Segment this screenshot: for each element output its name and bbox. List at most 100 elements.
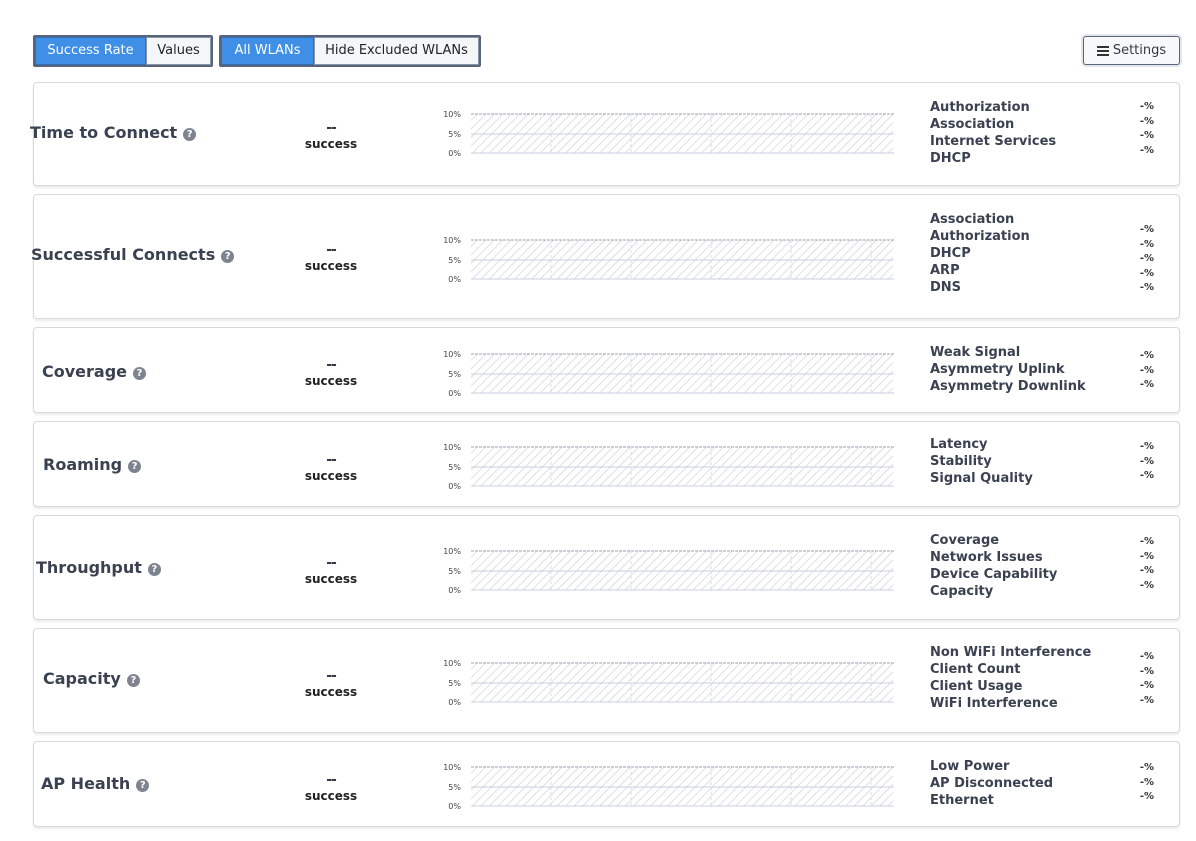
metric-item[interactable]: ARP xyxy=(930,262,1030,279)
metric-item[interactable]: Authorization xyxy=(930,99,1056,116)
metric-percent: -% xyxy=(1139,115,1154,127)
metric-item[interactable]: Capacity xyxy=(930,583,1057,600)
percent-list: -% -% -% xyxy=(1134,440,1154,484)
metric-percent: -% xyxy=(1139,776,1154,788)
metric-item[interactable]: Client Count xyxy=(930,661,1091,678)
y-tick-label: 5% xyxy=(448,679,461,688)
panel-title: Throughput? xyxy=(36,558,161,577)
help-icon[interactable]: ? xyxy=(133,367,147,380)
metric-item[interactable]: Ethernet xyxy=(930,792,1053,809)
y-tick-label: 0% xyxy=(448,482,461,491)
metric-percent: -% xyxy=(1139,651,1154,662)
help-icon[interactable]: ? xyxy=(136,779,150,792)
help-icon[interactable]: ? xyxy=(147,563,161,576)
metric-item[interactable]: Asymmetry Uplink xyxy=(930,361,1086,378)
sparkline-chart: 10% 5% 0% xyxy=(399,107,894,159)
settings-button[interactable]: Settings xyxy=(1083,36,1180,65)
metric-list: Authorization Association Internet Servi… xyxy=(930,99,1056,167)
help-icon[interactable]: ? xyxy=(128,460,142,473)
metric-item[interactable]: Association xyxy=(930,211,1030,228)
success-value: -- success xyxy=(304,772,358,803)
metric-percent: -% xyxy=(1139,224,1154,235)
help-icon[interactable]: ? xyxy=(126,674,140,687)
metric-percent: -% xyxy=(1139,253,1154,264)
metric-list: Low Power AP Disconnected Ethernet xyxy=(930,758,1053,809)
metric-item[interactable]: DNS xyxy=(930,279,1030,296)
metric-percent: -% xyxy=(1139,579,1154,591)
percent-list: -% -% -% -% xyxy=(1134,100,1154,158)
metric-item[interactable]: Coverage xyxy=(930,532,1057,549)
panel-title: Time to Connect? xyxy=(30,123,197,142)
metric-item[interactable]: Authorization xyxy=(930,228,1030,245)
sparkline-chart: 10% 5% 0% xyxy=(399,233,894,285)
panel-capacity: Capacity? -- success 10% 5% 0% Non WiFi Int… xyxy=(33,628,1180,733)
y-tick-label: 0% xyxy=(448,698,461,707)
metric-item[interactable]: Device Capability xyxy=(930,566,1057,583)
metric-item[interactable]: Stability xyxy=(930,453,1033,470)
hamburger-menu-icon xyxy=(1096,44,1109,58)
help-icon[interactable]: ? xyxy=(183,128,197,141)
metric-item[interactable]: DHCP xyxy=(930,150,1056,167)
metric-percent: -% xyxy=(1139,694,1154,706)
metric-percent: -% xyxy=(1139,665,1154,677)
metric-item[interactable]: Asymmetry Downlink xyxy=(930,378,1086,395)
hide-excluded-wlans-button[interactable]: Hide Excluded WLANs xyxy=(314,37,479,65)
metric-item[interactable]: WiFi Interference xyxy=(930,695,1091,712)
percent-list: -% -% -% xyxy=(1134,761,1154,805)
y-tick-label: 10% xyxy=(443,547,461,556)
success-value: -- success xyxy=(304,668,358,699)
y-tick-label: 0% xyxy=(448,586,461,595)
sparkline-chart: 10% 5% 0% xyxy=(399,656,894,708)
metric-item[interactable]: Weak Signal xyxy=(930,344,1086,361)
all-wlans-button[interactable]: All WLANs xyxy=(221,37,314,65)
help-icon[interactable]: ? xyxy=(221,250,235,263)
metric-percent: -% xyxy=(1139,762,1154,773)
y-tick-label: 0% xyxy=(448,275,461,284)
metric-percent: -% xyxy=(1139,379,1154,390)
metric-item[interactable]: Client Usage xyxy=(930,678,1091,695)
sparkline-chart: 10% 5% 0% xyxy=(399,760,894,812)
y-tick-label: 10% xyxy=(443,659,461,668)
metric-percent: -% xyxy=(1139,680,1154,691)
metric-percent: -% xyxy=(1139,364,1154,376)
y-tick-label: 10% xyxy=(443,443,461,452)
success-value: -- success xyxy=(304,120,358,151)
percent-list: -% -% -% -% xyxy=(1134,650,1154,708)
y-tick-label: 0% xyxy=(448,389,461,398)
metric-percent: -% xyxy=(1139,455,1154,467)
metric-item[interactable]: Non WiFi Interference xyxy=(930,644,1091,661)
metric-percent: -% xyxy=(1139,536,1154,547)
metric-percent: -% xyxy=(1139,238,1154,250)
sparkline-svg: 10% 5% 0% xyxy=(443,443,894,491)
panel-title: Roaming? xyxy=(43,455,142,474)
panel-title: Successful Connects? xyxy=(31,245,235,264)
metric-item[interactable]: DHCP xyxy=(930,245,1030,262)
metric-percent: -% xyxy=(1139,267,1154,279)
metric-item[interactable]: Network Issues xyxy=(930,549,1057,566)
y-tick-label: 5% xyxy=(448,256,461,265)
panel-coverage: Coverage? -- success 10% 5% 0% Weak Signal … xyxy=(33,327,1180,413)
y-tick-label: 0% xyxy=(448,149,461,158)
metric-percent: -% xyxy=(1139,791,1154,802)
panel-title: Coverage? xyxy=(42,362,147,381)
metric-item[interactable]: Association xyxy=(930,116,1056,133)
metric-percent: -% xyxy=(1139,565,1154,576)
percent-list: -% -% -% -% xyxy=(1134,535,1154,593)
y-tick-label: 10% xyxy=(443,350,461,359)
metric-item[interactable]: Signal Quality xyxy=(930,470,1033,487)
y-tick-label: 10% xyxy=(443,236,461,245)
metric-item[interactable]: Latency xyxy=(930,436,1033,453)
y-tick-label: 10% xyxy=(443,110,461,119)
metric-list: Non WiFi Interference Client Count Clien… xyxy=(930,644,1091,712)
sparkline-svg: 10% 5% 0% xyxy=(443,236,894,284)
metric-item[interactable]: Low Power xyxy=(930,758,1053,775)
y-tick-label: 5% xyxy=(448,370,461,379)
sparkline-svg: 10% 5% 0% xyxy=(443,110,894,158)
y-tick-label: 5% xyxy=(448,463,461,472)
metric-item[interactable]: AP Disconnected xyxy=(930,775,1053,792)
success-rate-button[interactable]: Success Rate xyxy=(35,37,146,65)
metric-list: Coverage Network Issues Device Capabilit… xyxy=(930,532,1057,600)
success-value: -- success xyxy=(304,242,358,273)
values-button[interactable]: Values xyxy=(146,37,211,65)
metric-item[interactable]: Internet Services xyxy=(930,133,1056,150)
